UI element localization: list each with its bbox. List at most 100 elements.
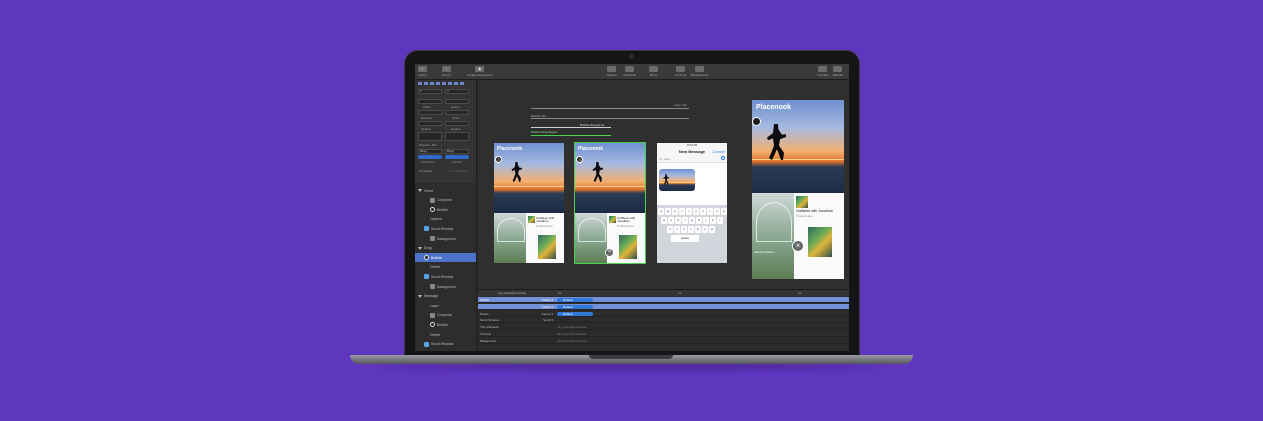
delete-icon[interactable]: × — [605, 248, 614, 257]
key[interactable]: z — [667, 226, 673, 234]
anchor-select[interactable]: Center ▾ — [533, 311, 553, 317]
connect-button[interactable]: Connect — [675, 66, 686, 77]
align-center-icon[interactable] — [424, 82, 428, 85]
layer-row[interactable]: Home — [415, 186, 476, 195]
key[interactable]: s — [668, 217, 674, 225]
align-top-icon[interactable] — [436, 82, 440, 85]
layer-row[interactable]: Background — [415, 282, 476, 291]
mirror-button[interactable]: Mirror — [649, 66, 658, 77]
key[interactable]: f — [682, 217, 688, 225]
key[interactable]: o — [714, 208, 720, 216]
key[interactable]: x — [674, 226, 680, 234]
layer-row[interactable]: Compose — [415, 311, 476, 320]
key[interactable]: d — [675, 217, 681, 225]
layer-row[interactable]: Scroll Window — [415, 272, 476, 281]
anchor-select[interactable]: Scroll ▾ — [533, 317, 553, 323]
cancel-button[interactable]: Cancel — [713, 149, 725, 154]
key[interactable]: a — [661, 217, 667, 225]
width-field[interactable] — [418, 99, 442, 104]
lock-selection-checkbox[interactable]: Lock Selection — [449, 169, 469, 173]
y-field[interactable]: Y — [445, 89, 469, 94]
layer-row[interactable]: Drag — [415, 244, 476, 253]
align-left-icon[interactable] — [418, 82, 422, 85]
manual-button[interactable]: Manual — [833, 66, 843, 77]
layer-row[interactable]: Compose — [415, 196, 476, 205]
touchable-checkbox[interactable]: Touchable — [419, 169, 433, 173]
key[interactable]: i — [707, 208, 713, 216]
to-field[interactable]: To: Jane — [659, 157, 670, 161]
key[interactable]: e — [672, 208, 678, 216]
delete-icon[interactable]: × — [792, 240, 804, 252]
shadow-well[interactable] — [418, 132, 442, 141]
key[interactable]: l — [717, 217, 723, 225]
add-contact-icon[interactable] — [721, 156, 725, 160]
key[interactable]: k — [710, 217, 716, 225]
space-key[interactable]: space — [671, 235, 699, 243]
layer-row[interactable]: Layer — [415, 301, 476, 310]
layer-row[interactable]: Bubble — [415, 320, 476, 329]
create-component-button[interactable]: ◆ Create Component — [467, 66, 492, 77]
anchor-select[interactable]: Center ▾ — [533, 304, 553, 310]
distribute-v-icon[interactable] — [460, 82, 464, 85]
layer-row[interactable]: Scroll Window — [415, 224, 476, 233]
bubble-badge[interactable]: 3 — [495, 156, 502, 163]
timeline-row[interactable]: Center ▾ Default — [478, 303, 849, 310]
vertical-drag-select[interactable]: Drag — [445, 149, 469, 154]
key[interactable]: n — [702, 226, 708, 234]
layer-row[interactable]: Delete — [415, 263, 476, 272]
align-middle-icon[interactable] — [442, 82, 446, 85]
key[interactable]: t — [686, 208, 692, 216]
bubble-badge[interactable]: 3 — [576, 156, 583, 163]
key[interactable]: b — [695, 226, 701, 234]
opacity-field[interactable] — [418, 121, 442, 126]
key[interactable]: g — [689, 217, 695, 225]
x-field[interactable]: X — [418, 89, 442, 94]
timeline-row[interactable]: Delete Center ▾ Default — [478, 311, 849, 317]
animation-bar[interactable]: Default — [557, 304, 593, 309]
align-right-icon[interactable] — [430, 82, 434, 85]
screen-button[interactable]: Screen — [607, 66, 617, 77]
key[interactable]: r — [679, 208, 685, 216]
scale-field[interactable] — [445, 110, 469, 115]
anchor-select[interactable]: Center ▾ — [533, 297, 553, 303]
layer-row[interactable]: Bubble — [415, 205, 476, 214]
layer-row[interactable]: Bubble — [415, 253, 476, 263]
artboard-drag[interactable]: Placenook 3 Kathleen with Jonathan Poste… — [574, 142, 646, 264]
animation-bar[interactable]: Default — [557, 298, 593, 302]
timeline-row[interactable]: Scroll Window Scroll ▾ — [478, 317, 849, 324]
timeline-row[interactable]: Timeline All properties identical — [478, 331, 849, 337]
animation-bar[interactable]: Default — [557, 311, 593, 316]
key[interactable]: w — [665, 208, 671, 216]
key[interactable]: p — [721, 208, 727, 216]
layer-row[interactable]: Scroll Window — [415, 340, 476, 349]
timeline-row[interactable]: Bubble Center ▾ Default — [478, 297, 849, 303]
key[interactable]: m — [709, 226, 715, 234]
key[interactable]: c — [681, 226, 687, 234]
artboard-message[interactable]: 10:00 AM New Message Cancel To: Jane qwe… — [657, 143, 727, 263]
layer-row[interactable]: Options — [415, 215, 476, 224]
distribute-h-icon[interactable] — [454, 82, 458, 85]
key[interactable]: q — [658, 208, 664, 216]
horizontal-drag-select[interactable]: Drag — [418, 149, 442, 154]
layer-row[interactable]: Background — [415, 234, 476, 243]
key[interactable]: v — [688, 226, 694, 234]
tutorials-button[interactable]: Tutorials — [817, 66, 828, 77]
vertical-toggle[interactable] — [445, 155, 469, 159]
key[interactable]: y — [693, 208, 699, 216]
key[interactable]: u — [700, 208, 706, 216]
import-button[interactable]: + Import — [418, 66, 427, 77]
artboards-button[interactable]: Artboards — [623, 66, 636, 77]
rotation-field[interactable] — [418, 110, 442, 115]
layer-row[interactable]: Message — [415, 292, 476, 301]
key[interactable]: h — [696, 217, 702, 225]
height-field[interactable] — [445, 99, 469, 104]
timeline-row[interactable]: Background All properties identical — [478, 338, 849, 344]
radius-field[interactable] — [445, 121, 469, 126]
bubble-badge[interactable] — [752, 117, 761, 126]
layer-row[interactable]: Delete — [415, 330, 476, 339]
align-bottom-icon[interactable] — [448, 82, 452, 85]
backgrounds-button[interactable]: Backgrounds — [691, 66, 709, 77]
key[interactable]: j — [703, 217, 709, 225]
blur-well[interactable] — [445, 132, 469, 141]
horizontal-toggle[interactable] — [418, 155, 442, 159]
